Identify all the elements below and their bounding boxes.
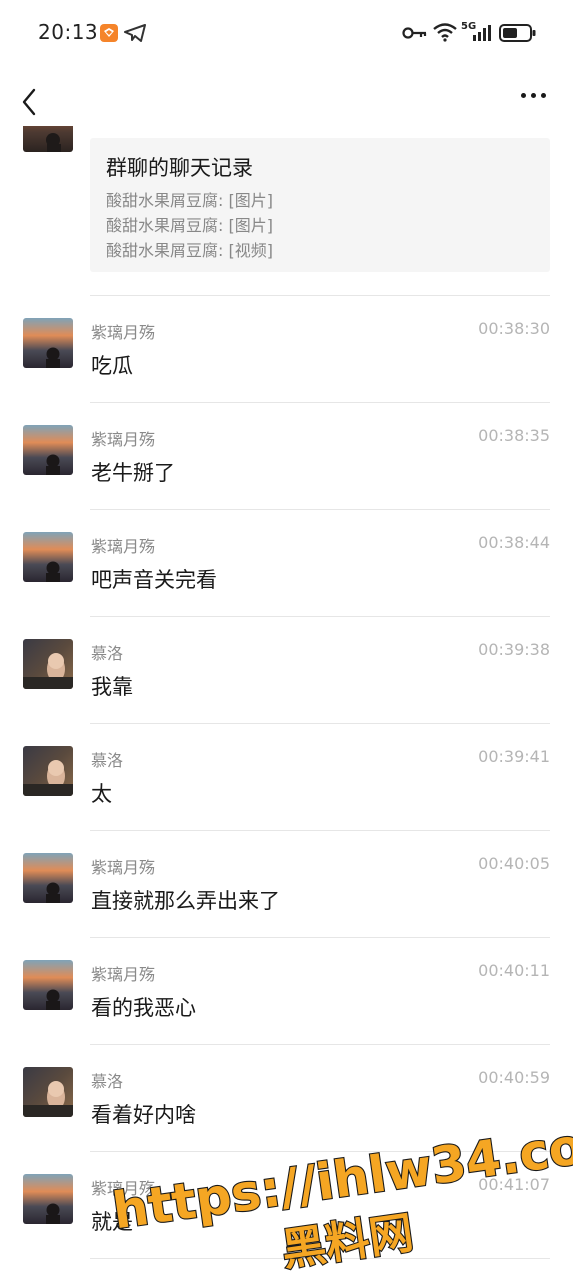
avatar[interactable] (23, 639, 73, 689)
sender-name: 紫璃月殇 (91, 537, 156, 556)
status-time: 20:13 (38, 20, 99, 44)
avatar[interactable] (23, 126, 73, 152)
message-text: 看着好内啥 (91, 1103, 196, 1127)
message-row[interactable]: 紫璃月殇 00:40:05 直接就那么弄出来了 (0, 831, 573, 938)
avatar[interactable] (23, 746, 73, 796)
more-dots-icon (521, 93, 526, 98)
message-text: 我靠 (91, 675, 133, 699)
sender-name: 慕洛 (91, 1072, 124, 1091)
message-time: 00:40:05 (478, 854, 550, 873)
record-line: 酸甜水果屑豆腐: [图片] (106, 191, 273, 210)
sender-name: 紫璃月殇 (91, 323, 156, 342)
message-time: 00:38:35 (478, 426, 550, 445)
avatar[interactable] (23, 425, 73, 475)
message-row[interactable]: 紫璃月殇 00:40:11 看的我恶心 (0, 938, 573, 1045)
record-line: 酸甜水果屑豆腐: [图片] (106, 216, 273, 235)
avatar[interactable] (23, 318, 73, 368)
message-text: 直接就那么弄出来了 (91, 889, 280, 913)
message-time: 00:39:38 (478, 640, 550, 659)
avatar[interactable] (23, 532, 73, 582)
record-line: 酸甜水果屑豆腐: [视频] (106, 241, 273, 260)
shield-app-icon (100, 24, 118, 42)
message-row[interactable]: 慕洛 00:40:59 看着好内啥 (0, 1045, 573, 1152)
message-text: 老牛掰了 (91, 461, 175, 485)
message-row[interactable]: 紫璃月殇 00:38:30 吃瓜 (0, 296, 573, 403)
key-icon (402, 27, 427, 39)
back-button[interactable] (14, 76, 48, 116)
message-time: 00:38:30 (478, 319, 550, 338)
message-text: 吃瓜 (91, 354, 133, 378)
chevron-left-icon (22, 88, 36, 116)
sender-name: 紫璃月殇 (91, 430, 156, 449)
sender-name: 慕洛 (91, 644, 124, 663)
avatar[interactable] (23, 1174, 73, 1224)
message-text: 太 (91, 782, 112, 806)
signal-icon (473, 25, 491, 41)
more-dot (541, 93, 546, 98)
avatar[interactable] (23, 853, 73, 903)
telegram-icon (124, 24, 146, 42)
message-row[interactable]: 慕洛 00:39:41 太 (0, 724, 573, 831)
sender-name: 紫璃月殇 (91, 965, 156, 984)
avatar[interactable] (23, 1067, 73, 1117)
message-row[interactable]: 慕洛 00:39:38 我靠 (0, 617, 573, 724)
battery-icon (499, 24, 536, 42)
message-time: 00:38:44 (478, 533, 550, 552)
chat-record-list[interactable]: 群聊的聊天记录 酸甜水果屑豆腐: [图片] 酸甜水果屑豆腐: [图片] 酸甜水果… (0, 126, 573, 1280)
nav-bar (0, 66, 573, 126)
avatar[interactable] (23, 960, 73, 1010)
message-time: 00:40:59 (478, 1068, 550, 1087)
record-title: 群聊的聊天记录 (106, 156, 253, 180)
more-dot (531, 93, 536, 98)
wifi-icon (433, 23, 457, 42)
message-time: 00:39:41 (478, 747, 550, 766)
message-row[interactable]: 紫璃月殇 00:41:07 就是 (0, 1152, 573, 1259)
sender-name: 紫璃月殇 (91, 858, 156, 877)
more-button[interactable] (517, 82, 551, 110)
sender-name: 慕洛 (91, 751, 124, 770)
message-time: 00:41:07 (478, 1175, 550, 1194)
message-time: 00:40:11 (478, 961, 550, 980)
status-bar: 20:13 5G (0, 0, 573, 66)
sender-name: 紫璃月殇 (91, 1179, 156, 1198)
message-row[interactable]: 紫璃月殇 00:38:35 老牛掰了 (0, 403, 573, 510)
message-text: 吧声音关完看 (91, 568, 217, 592)
message-text: 看的我恶心 (91, 996, 196, 1020)
chat-record-card[interactable]: 群聊的聊天记录 酸甜水果屑豆腐: [图片] 酸甜水果屑豆腐: [图片] 酸甜水果… (90, 138, 550, 272)
message-row[interactable]: 紫璃月殇 00:38:44 吧声音关完看 (0, 510, 573, 617)
message-text: 就是 (91, 1210, 133, 1234)
divider (90, 1258, 550, 1259)
